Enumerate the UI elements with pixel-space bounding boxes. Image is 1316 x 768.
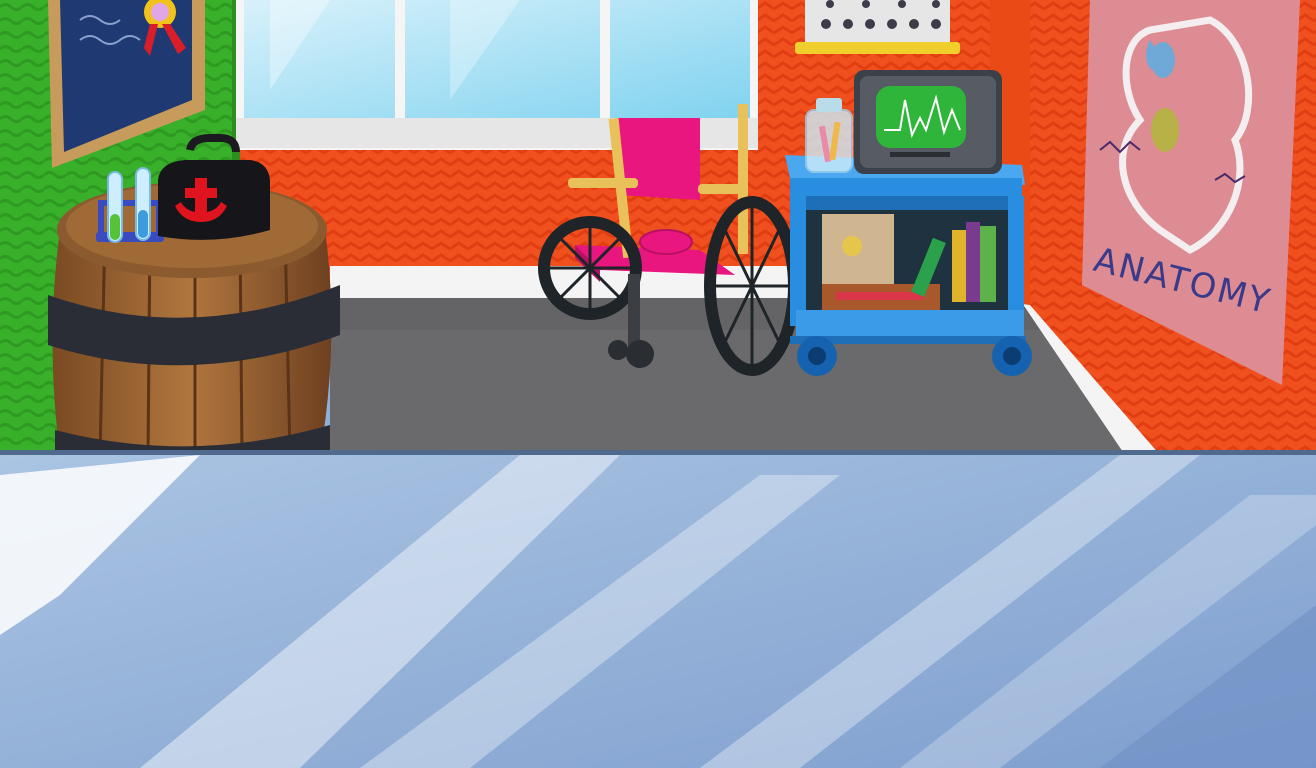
exam-room-scene: ANATOMY: [0, 0, 1316, 455]
heart-monitor: [854, 70, 1002, 174]
medical-cart: [785, 155, 1032, 376]
counter-surface: [0, 455, 1316, 768]
room-illustration: ANATOMY: [0, 0, 1316, 455]
eye-chart: [795, 0, 960, 54]
candy-jar: [805, 98, 853, 173]
counter-panel: [0, 455, 1316, 768]
